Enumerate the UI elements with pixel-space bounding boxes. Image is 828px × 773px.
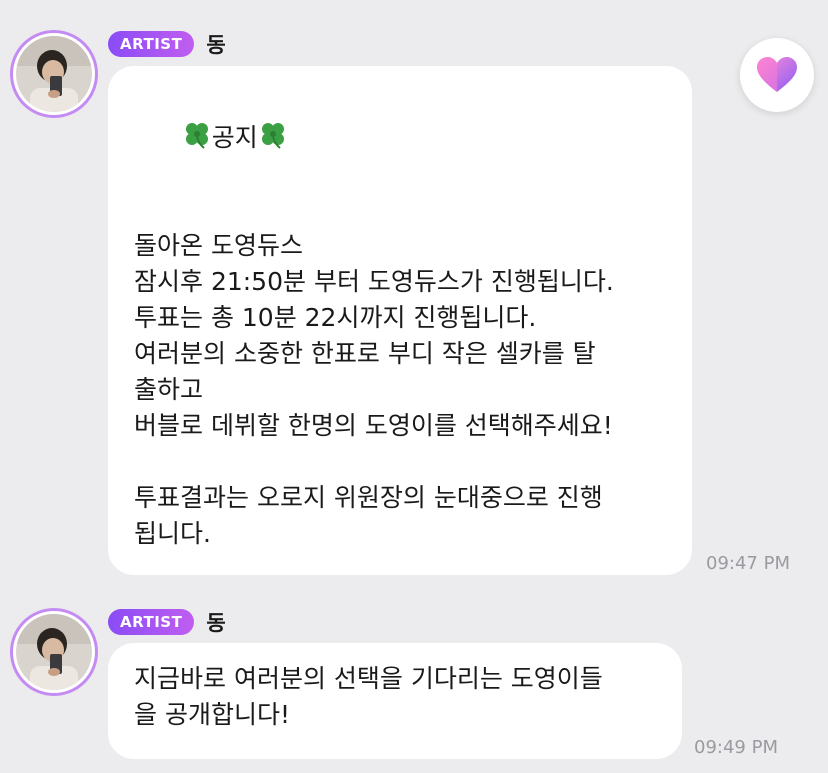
message-line: [134, 192, 666, 228]
avatar-image: [16, 36, 92, 112]
message-title-text: 공지: [211, 123, 258, 152]
message-timestamp: 09:47 PM: [706, 553, 790, 574]
sender-name[interactable]: 동: [206, 29, 225, 59]
heart-icon: [757, 57, 797, 92]
artist-badge: ARTIST: [108, 609, 195, 635]
four-leaf-clover-icon: [185, 123, 208, 149]
message-line: 잠시후 21:50분 부터 도영듀스가 진행됩니다.: [134, 267, 614, 296]
message-line: 투표결과는 오로지 위원장의 눈대중으로 진행: [134, 483, 603, 512]
message-line: 됩니다.: [134, 519, 211, 548]
sender-row: ARTIST 동: [108, 607, 226, 637]
avatar[interactable]: [10, 30, 98, 118]
sender-name[interactable]: 동: [206, 607, 225, 637]
message-bubble[interactable]: 공지 돌아온 도영듀스 잠시후 21:50분 부터 도영듀스가 진행됩니다. 투…: [108, 66, 692, 575]
four-leaf-clover-icon: [261, 123, 284, 149]
message-line: 출하고: [134, 375, 204, 404]
artist-badge: ARTIST: [108, 31, 195, 57]
avatar-image: [16, 614, 92, 690]
message-line: [134, 444, 666, 480]
message-line: 지금바로 여러분의 선택을 기다리는 도영이들: [134, 664, 603, 693]
message-bubble[interactable]: 지금바로 여러분의 선택을 기다리는 도영이들 을 공개합니다!: [108, 643, 682, 759]
avatar[interactable]: [10, 608, 98, 696]
message-line: 투표는 총 10분 22시까지 진행됩니다.: [134, 303, 537, 332]
message-line: 돌아온 도영듀스: [134, 231, 303, 260]
sender-row: ARTIST 동: [108, 29, 226, 59]
message-title: 공지: [134, 84, 666, 192]
message-line: 버블로 데뷔할 한명의 도영이를 선택해주세요!: [134, 411, 613, 440]
message-line: 을 공개합니다!: [134, 700, 290, 729]
heart-reaction-button[interactable]: [740, 38, 814, 112]
message-line: 여러분의 소중한 한표로 부디 작은 셀카를 탈: [134, 339, 596, 368]
message-timestamp: 09:49 PM: [694, 737, 778, 758]
